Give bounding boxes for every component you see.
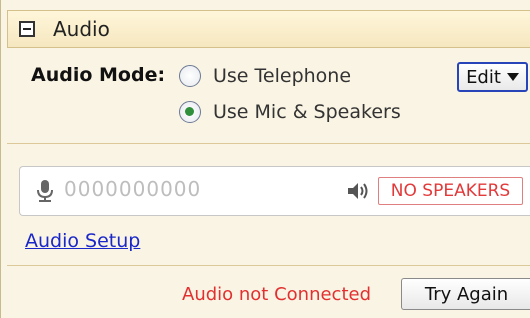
audio-mode-label: Audio Mode: [31, 64, 166, 86]
minus-square-icon[interactable] [19, 21, 35, 37]
speaker-icon [348, 183, 368, 199]
microphone-icon [37, 180, 53, 202]
divider [7, 265, 530, 266]
radio-button-selected[interactable] [179, 101, 201, 123]
radio-use-mic-speakers[interactable]: Use Mic & Speakers [179, 101, 401, 123]
radio-label: Use Mic & Speakers [213, 101, 401, 123]
device-status-box: 0000000000 NO SPEAKERS [19, 166, 530, 216]
audio-panel: Audio Audio Mode: Use Telephone Use Mic … [0, 0, 530, 318]
chevron-down-icon [506, 73, 519, 81]
radio-use-telephone[interactable]: Use Telephone [179, 65, 351, 87]
radio-label: Use Telephone [213, 65, 352, 87]
panel-title: Audio [53, 17, 110, 41]
audio-panel-header[interactable]: Audio [7, 10, 530, 48]
audio-setup-link[interactable]: Audio Setup [25, 230, 140, 252]
radio-button[interactable] [179, 65, 201, 87]
speaker-status-badge: NO SPEAKERS [378, 177, 523, 205]
connection-status: Audio not Connected [182, 284, 372, 305]
try-again-button[interactable]: Try Again [401, 278, 530, 310]
edit-button-label: Edit [466, 66, 501, 88]
divider [7, 143, 530, 144]
edit-button[interactable]: Edit [457, 62, 528, 92]
mic-level-meter: 0000000000 [64, 177, 202, 201]
